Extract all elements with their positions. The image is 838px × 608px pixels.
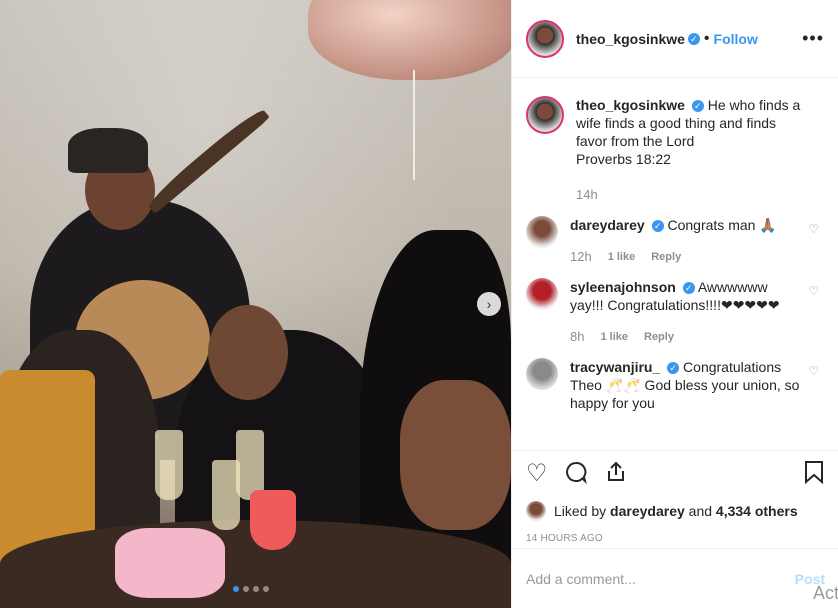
comments-list[interactable]: theo_kgosinkwe ✓ He who finds a wife fin… bbox=[512, 78, 838, 450]
author-username[interactable]: theo_kgosinkwe bbox=[576, 31, 685, 47]
verified-badge-icon: ✓ bbox=[687, 32, 700, 45]
liker-username[interactable]: dareydarey bbox=[610, 503, 685, 519]
comment-text: Congrats man 🙏🏽 bbox=[667, 217, 777, 233]
add-comment-bar: Post Act bbox=[512, 548, 838, 608]
more-options-icon[interactable]: ••• bbox=[802, 28, 824, 49]
carousel-dot bbox=[243, 586, 249, 592]
comment-bubble-icon[interactable] bbox=[564, 460, 588, 489]
likes-summary: Liked by dareydarey and 4,334 others bbox=[526, 501, 825, 521]
comment-item: dareydarey ✓ Congrats man 🙏🏽 12h 1 like … bbox=[526, 216, 825, 266]
photo-center-man-head bbox=[208, 305, 288, 400]
caption-username[interactable]: theo_kgosinkwe bbox=[576, 97, 685, 113]
chevron-right-icon: › bbox=[486, 296, 492, 312]
likes-count[interactable]: 4,334 others bbox=[716, 503, 798, 519]
action-icon-row: ♡ bbox=[526, 460, 825, 489]
verified-badge-icon: ✓ bbox=[667, 362, 680, 375]
carousel-next-button[interactable]: › bbox=[477, 292, 501, 316]
verified-badge-icon: ✓ bbox=[651, 220, 664, 233]
share-icon[interactable] bbox=[604, 460, 628, 489]
photo-pink-drink bbox=[250, 490, 296, 550]
comment-meta: 8h 1 like Reply bbox=[570, 328, 800, 346]
comment-likes[interactable]: 1 like bbox=[600, 328, 628, 346]
comment-username[interactable]: syleenajohnson bbox=[570, 279, 676, 295]
photo-champagne-glass bbox=[155, 430, 183, 500]
caption-time[interactable]: 14h bbox=[576, 186, 806, 204]
post-side-panel: theo_kgosinkwe ✓ • Follow ••• theo_kgosi… bbox=[511, 0, 838, 608]
caption-author-avatar[interactable] bbox=[526, 96, 564, 134]
photo-balloon-string bbox=[413, 70, 415, 180]
comment-input[interactable] bbox=[526, 570, 795, 587]
comment-reply-button[interactable]: Reply bbox=[651, 248, 681, 266]
photo-champagne-glass bbox=[212, 460, 240, 530]
comment-meta: 12h 1 like Reply bbox=[570, 248, 800, 266]
commenter-avatar[interactable] bbox=[526, 278, 558, 310]
commenter-avatar[interactable] bbox=[526, 216, 558, 248]
separator-dot: • bbox=[703, 29, 710, 47]
photo-hat bbox=[68, 128, 148, 173]
verified-badge-icon: ✓ bbox=[691, 100, 704, 113]
commenter-avatar[interactable] bbox=[526, 358, 558, 390]
comment-username[interactable]: dareydarey bbox=[570, 217, 645, 233]
carousel-dots bbox=[233, 586, 269, 592]
carousel-dot-active bbox=[233, 586, 239, 592]
comment-like-heart-icon[interactable]: ♡ bbox=[808, 284, 819, 298]
comment-like-heart-icon[interactable]: ♡ bbox=[808, 222, 819, 236]
liker-avatar[interactable] bbox=[526, 501, 546, 521]
bookmark-icon[interactable] bbox=[803, 460, 825, 489]
carousel-dot bbox=[263, 586, 269, 592]
comment-item: syleenajohnson ✓ Awwwwww yay!!! Congratu… bbox=[526, 278, 825, 346]
photo-napkin bbox=[115, 528, 225, 598]
comment-item: tracywanjiru_ ✓ Congratulations Theo 🥂🥂 … bbox=[526, 358, 825, 412]
like-heart-icon[interactable]: ♡ bbox=[526, 462, 548, 486]
verified-badge-icon: ✓ bbox=[682, 282, 695, 295]
likes-prefix: Liked by bbox=[554, 503, 607, 519]
comment-like-heart-icon[interactable]: ♡ bbox=[808, 364, 819, 378]
post-photo[interactable]: › bbox=[0, 0, 511, 608]
activate-watermark: Act bbox=[812, 583, 838, 603]
comment-likes[interactable]: 1 like bbox=[608, 248, 636, 266]
comment-username[interactable]: tracywanjiru_ bbox=[570, 359, 660, 375]
caption: theo_kgosinkwe ✓ He who finds a wife fin… bbox=[526, 96, 825, 204]
likes-and: and bbox=[688, 503, 713, 519]
post-actions: ♡ Liked by dareydarey and 4,334 others 1… bbox=[512, 450, 838, 544]
photo-woman-arms bbox=[400, 380, 511, 530]
caption-text-reference: Proverbs 18:22 bbox=[576, 151, 671, 167]
follow-button[interactable]: Follow bbox=[714, 31, 758, 47]
comment-reply-button[interactable]: Reply bbox=[644, 328, 674, 346]
post-timestamp[interactable]: 14 HOURS AGO bbox=[526, 533, 825, 544]
carousel-dot bbox=[253, 586, 259, 592]
author-avatar[interactable] bbox=[526, 19, 564, 58]
post-header: theo_kgosinkwe ✓ • Follow ••• bbox=[512, 0, 838, 78]
comment-time[interactable]: 12h bbox=[570, 248, 592, 266]
comment-time[interactable]: 8h bbox=[570, 328, 584, 346]
